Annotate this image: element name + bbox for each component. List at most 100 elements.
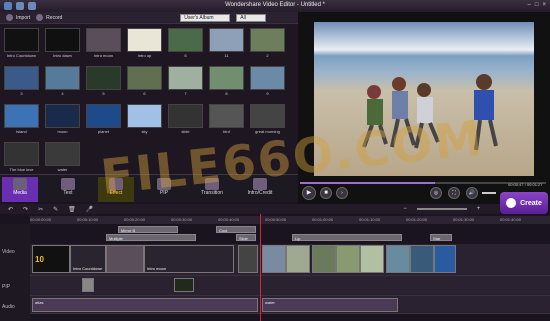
library-thumbnail	[209, 66, 244, 90]
marker-mirror[interactable]: Mirror B	[118, 226, 178, 233]
audio-clip-atlas[interactable]: atlas	[32, 298, 258, 312]
pip-track[interactable]	[30, 276, 550, 296]
library-item[interactable]: slide	[168, 104, 203, 134]
stop-button[interactable]: ■	[320, 187, 332, 199]
pip-clip-1[interactable]	[82, 278, 94, 292]
ruler-tick: 00:01:20:00	[406, 217, 428, 222]
clip-h[interactable]	[410, 245, 434, 273]
minimize-button[interactable]: –	[528, 2, 531, 8]
clip-d[interactable]	[312, 245, 336, 273]
ruler-tick: 00:01:10:00	[359, 217, 381, 222]
album-select[interactable]: User's Album	[180, 13, 231, 22]
library-item[interactable]: 8	[209, 66, 244, 96]
delete-icon[interactable]: 🗑	[68, 206, 76, 213]
library-item[interactable]: Intro up	[127, 28, 162, 58]
import-button[interactable]: Import	[6, 14, 30, 21]
library-item[interactable]: 3	[4, 66, 39, 96]
library-item[interactable]: planet	[86, 104, 121, 134]
volume-slider[interactable]	[482, 192, 496, 194]
library-thumbnail	[4, 28, 39, 52]
library-item-label: The blue love	[9, 167, 34, 172]
ruler-tick: 00:00:40:00	[218, 217, 240, 222]
audio-track[interactable]: atlas water	[30, 296, 550, 314]
tab-text[interactable]: Text	[50, 177, 86, 202]
marker-lip[interactable]: Lip	[292, 234, 402, 241]
marker-multiple[interactable]: Multiple	[106, 234, 196, 241]
record-icon	[36, 14, 44, 21]
library-item[interactable]: Intro Countdown	[4, 28, 39, 58]
timeline-ruler[interactable]: 00:00:00:00 00:00:10:00 00:00:20:00 00:00:3…	[30, 216, 550, 224]
library-item[interactable]: 5	[168, 28, 203, 58]
record-button[interactable]: Record	[36, 14, 62, 21]
clip-a[interactable]	[238, 245, 258, 273]
create-button[interactable]: Create	[500, 192, 548, 214]
tab-media[interactable]: Media	[2, 177, 38, 202]
library-thumbnail	[45, 142, 80, 166]
ruler-tick: 00:00:10:00	[77, 217, 99, 222]
library-item[interactable]: 6	[127, 66, 162, 96]
clip-countdown[interactable]: 10	[32, 245, 70, 273]
library-item-label: 6	[143, 91, 146, 96]
clip-g[interactable]	[386, 245, 410, 273]
library-thumbnail	[4, 142, 39, 166]
close-button[interactable]: ×	[542, 2, 546, 8]
library-item-label: 5	[184, 53, 187, 58]
split-icon[interactable]: ✂	[38, 206, 43, 213]
clip-c[interactable]	[286, 245, 310, 273]
clip-e[interactable]	[336, 245, 360, 273]
audio-clip-water[interactable]: water	[262, 298, 398, 312]
library-item[interactable]: island	[4, 104, 39, 134]
playhead[interactable]	[260, 214, 261, 321]
snapshot-button[interactable]: ◎	[430, 187, 442, 199]
video-track[interactable]: 10 Intro Countdown Intro moon	[30, 244, 550, 276]
preview-panel: ▶ ■ › ◎ ⛶ 🔊 00:00:47 / 00:01:27	[298, 12, 550, 212]
maximize-button[interactable]: □	[535, 2, 539, 8]
library-thumbnail	[168, 66, 203, 90]
zoom-slider[interactable]	[416, 208, 467, 210]
clip-intro-countdown[interactable]: Intro Countdown	[70, 245, 106, 273]
library-thumbnail	[250, 104, 285, 128]
marker-star[interactable]: Star	[430, 234, 452, 241]
clip-f[interactable]	[360, 245, 384, 273]
library-item-label: slide	[181, 129, 190, 134]
undo-icon[interactable]: ↶	[8, 206, 13, 213]
redo-icon[interactable]: ↷	[23, 206, 28, 213]
filter-select[interactable]: All	[236, 13, 267, 22]
fullscreen-button[interactable]: ⛶	[448, 187, 460, 199]
library-item-label: 5	[102, 91, 105, 96]
library-item[interactable]: The blue love	[4, 142, 39, 172]
library-item[interactable]: 9	[250, 66, 285, 96]
track-label-pip: PIP	[2, 284, 11, 290]
volume-button[interactable]: 🔊	[466, 187, 478, 199]
clip-intro-moon[interactable]: Intro moon	[144, 245, 234, 273]
library-item[interactable]: 5	[86, 66, 121, 96]
marker-cool[interactable]: Cool	[216, 226, 256, 233]
library-item[interactable]: great morning	[250, 104, 285, 134]
clip-b[interactable]	[262, 245, 286, 273]
library-item[interactable]: sky	[127, 104, 162, 134]
library-item[interactable]: bird	[209, 104, 244, 134]
edit-icon[interactable]: ✎	[53, 206, 58, 213]
zoom-in-icon[interactable]: +	[477, 206, 481, 212]
library-item[interactable]: 2	[250, 28, 285, 58]
library-item[interactable]: 4	[45, 66, 80, 96]
voiceover-icon[interactable]: 🎤	[86, 206, 93, 213]
library-item[interactable]: 11	[209, 28, 244, 58]
clip-intro-moon-thumb[interactable]	[106, 245, 144, 273]
clip-i[interactable]	[434, 245, 456, 273]
library-item[interactable]: Intro moon	[86, 28, 121, 58]
time-current: 00:00:47	[508, 182, 524, 187]
marker-slide[interactable]: Slide	[236, 234, 256, 241]
library-item[interactable]: Intro dawn	[45, 28, 80, 58]
play-button[interactable]: ▶	[302, 186, 316, 200]
zoom-out-icon[interactable]: −	[403, 206, 407, 212]
library-item[interactable]: 7	[168, 66, 203, 96]
library-thumbnail	[168, 28, 203, 52]
library-item-label: 3	[20, 91, 23, 96]
window-title: Wondershare Video Editor - Untitled *	[225, 2, 325, 8]
library-item-label: water	[57, 167, 68, 172]
next-frame-button[interactable]: ›	[336, 187, 348, 199]
library-item[interactable]: water	[45, 142, 80, 172]
library-item[interactable]: moon	[45, 104, 80, 134]
pip-clip-2[interactable]	[174, 278, 194, 292]
